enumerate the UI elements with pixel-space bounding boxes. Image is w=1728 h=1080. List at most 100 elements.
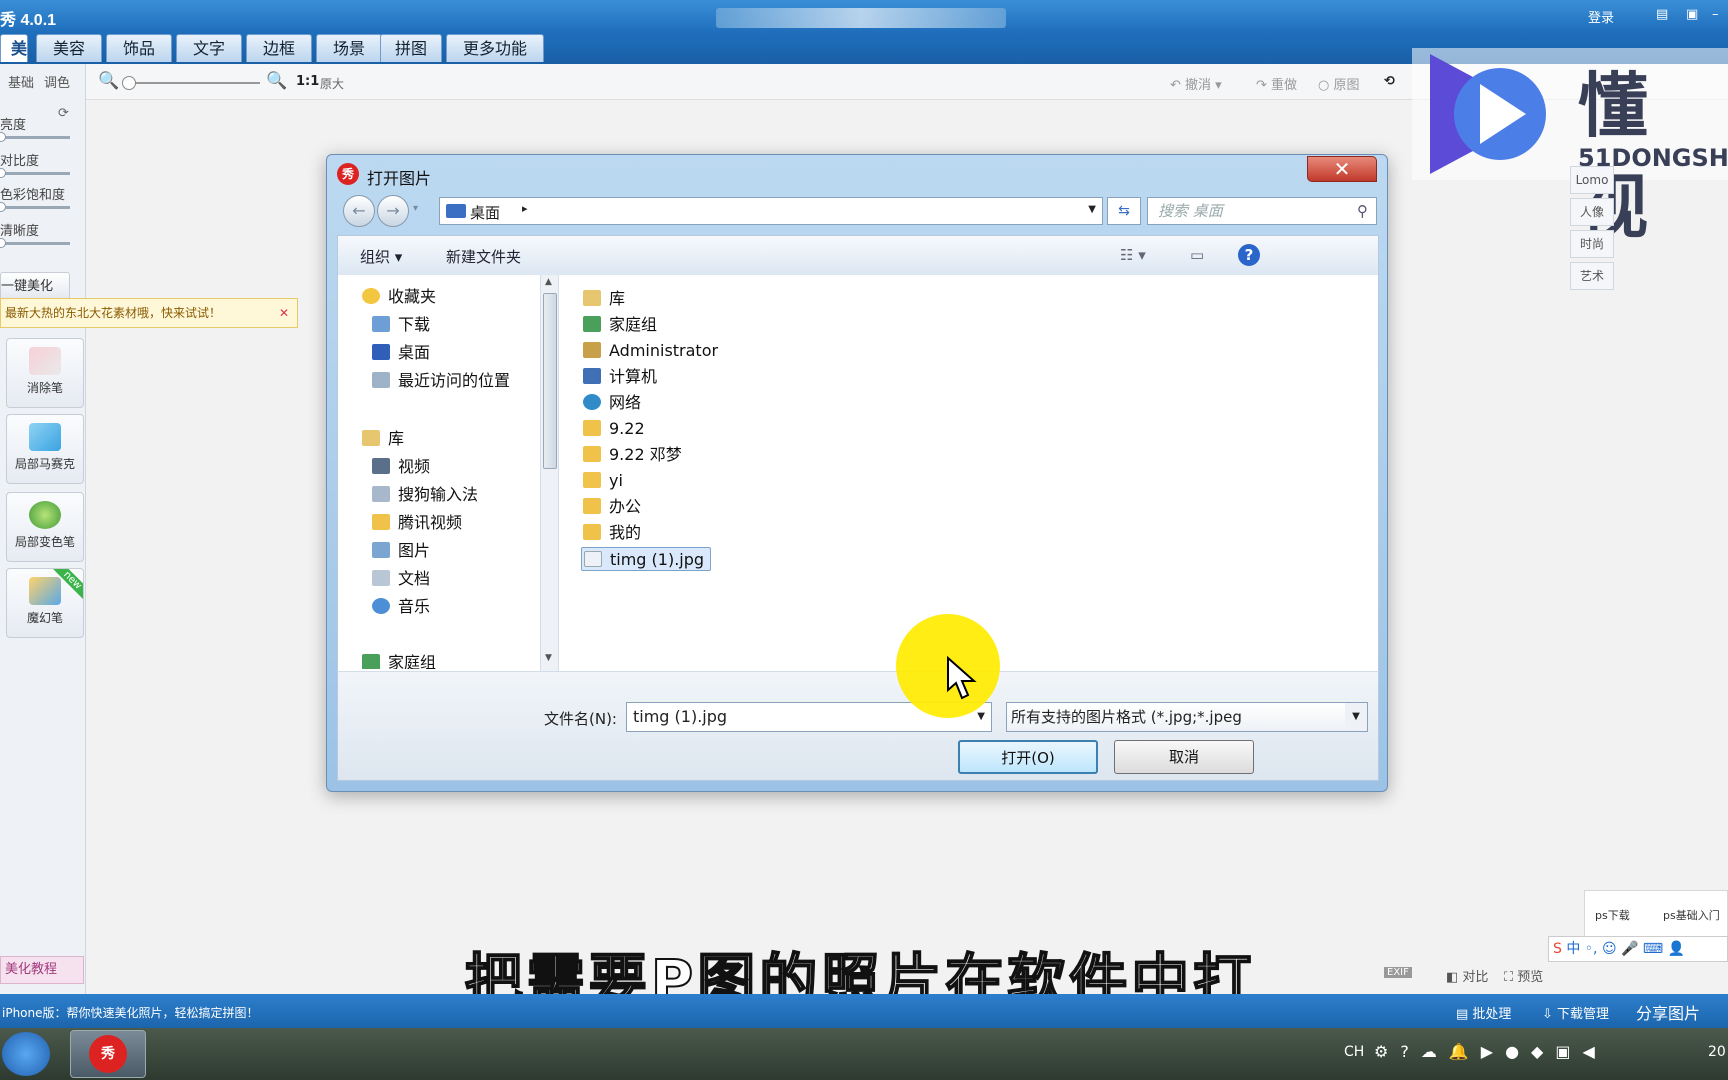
preview-pane-icon[interactable]: ▭ (1190, 246, 1204, 264)
zoom-slider[interactable] (124, 82, 260, 84)
ime-toolbar[interactable]: S 中 ◦, ☺ 🎤 ⌨ 👤 (1548, 936, 1728, 962)
file-item[interactable]: 办公 (581, 495, 647, 519)
search-icon[interactable]: ⚲ (1357, 198, 1368, 224)
back-button[interactable]: ← (343, 195, 375, 227)
tree-recent[interactable]: 最近访问的位置 (372, 367, 510, 391)
address-bar[interactable]: 桌面 ▸ ▼ (439, 197, 1103, 225)
minimize-icon[interactable]: – (1712, 7, 1719, 22)
forward-button[interactable]: → (377, 195, 409, 227)
file-item[interactable]: 9.22 邓梦 (581, 443, 688, 467)
eraser-pen-tool[interactable]: 消除笔 (6, 338, 84, 408)
open-file-button[interactable]: 打开(O) (958, 740, 1098, 774)
tree-libraries[interactable]: 库 (362, 425, 404, 449)
related-link-ps-basics[interactable]: ps基础入门 (1663, 907, 1720, 923)
effect-fashion[interactable]: 时尚 (1570, 230, 1614, 258)
zoom-slider-knob[interactable] (122, 76, 136, 90)
help-icon[interactable]: ? (1238, 244, 1260, 266)
file-item[interactable]: 计算机 (581, 365, 663, 389)
original-size-label[interactable]: 原大 (320, 75, 344, 92)
magic-pen-tool[interactable]: 魔幻笔 new (6, 568, 84, 638)
batch-button[interactable]: ▤ 批处理 (1456, 1003, 1511, 1022)
effect-portrait[interactable]: 人像 (1570, 198, 1614, 226)
original-button[interactable]: ○ 原图 (1318, 74, 1360, 93)
sharpness-knob[interactable] (0, 238, 6, 248)
scrollbar-thumb[interactable] (543, 293, 557, 469)
start-button-icon[interactable] (2, 1032, 50, 1076)
tutorial-link[interactable]: 美化教程 (0, 956, 84, 984)
skin-icon[interactable]: ▣ (1686, 7, 1698, 22)
promo-banner[interactable]: 最新大热的东北大花素材哦，快来试试！ ✕ (0, 298, 298, 328)
exif-button[interactable]: EXIF (1384, 967, 1412, 978)
file-item[interactable]: 家庭组 (581, 313, 663, 337)
tab-beautify[interactable]: 美化 (0, 34, 28, 86)
scroll-down-icon[interactable]: ▼ (545, 653, 552, 663)
tree-sogou[interactable]: 搜狗输入法 (372, 481, 478, 505)
preview-button[interactable]: ⛶ 预览 (1504, 966, 1543, 985)
tab-more-features[interactable]: 更多功能 ▾ (446, 34, 544, 86)
breadcrumb-arrow-icon[interactable]: ▸ (522, 202, 528, 215)
view-options-icon[interactable]: ☷ ▾ (1120, 246, 1146, 264)
tab-color[interactable]: 调色 (36, 72, 78, 96)
navigation-scrollbar[interactable]: ▲ ▼ (541, 275, 559, 671)
mosaic-tool[interactable]: 局部马赛克 (6, 414, 84, 484)
tree-documents[interactable]: 文档 (372, 565, 430, 589)
sharpness-slider[interactable] (0, 242, 70, 245)
tab-collage[interactable]: 拼图 (380, 34, 442, 62)
tree-homegroup[interactable]: 家庭组 (362, 649, 436, 669)
brightness-knob[interactable] (0, 132, 6, 142)
undo-button[interactable]: ↶ 撤消 ▾ (1170, 74, 1222, 93)
file-item[interactable]: 网络 (581, 391, 647, 415)
tree-favorites[interactable]: 收藏夹 (362, 283, 436, 307)
status-message[interactable]: iPhone版：帮你快速美化照片，轻松搞定拼图！ (2, 1004, 259, 1021)
file-item[interactable]: 库 (581, 287, 631, 311)
contrast-knob[interactable] (0, 168, 6, 178)
tree-pictures[interactable]: 图片 (372, 537, 430, 561)
share-button[interactable]: 分享图片 (1636, 1000, 1700, 1024)
tab-frame[interactable]: 边框 (246, 34, 312, 62)
file-item[interactable]: 我的 (581, 521, 647, 545)
compare-button[interactable]: ◧ 对比 (1446, 966, 1488, 985)
cancel-button[interactable]: 取消 (1114, 740, 1254, 774)
taskbar-app-button[interactable]: 秀 (70, 1030, 146, 1078)
refresh-button[interactable]: ⇆ (1107, 197, 1141, 225)
history-dropdown-icon[interactable]: ▾ (413, 203, 418, 214)
related-link-ps-download[interactable]: ps下载 (1595, 907, 1630, 923)
tray-icons[interactable]: ⚙?☁🔔▶●◆▣◀ (1374, 1042, 1607, 1061)
zoom-out-icon[interactable]: 🔍 (98, 71, 119, 91)
filetype-dropdown-icon[interactable]: ▼ (1345, 703, 1367, 731)
effect-art[interactable]: 艺术 (1570, 262, 1614, 290)
tree-tencent-video[interactable]: 腾讯视频 (372, 509, 462, 533)
close-button[interactable]: ✕ (1307, 156, 1377, 182)
feedback-icon[interactable]: ▤ (1656, 7, 1668, 22)
one-click-beautify-button[interactable]: 一键美化 (0, 272, 70, 300)
zoom-ratio[interactable]: 1:1 (296, 74, 319, 89)
saturation-slider[interactable] (0, 206, 70, 209)
tab-text[interactable]: 文字 (176, 34, 242, 62)
effect-lomo[interactable]: Lomo (1570, 166, 1614, 194)
brightness-slider[interactable] (0, 136, 70, 139)
redo-button[interactable]: ↷ 重做 (1256, 74, 1297, 93)
saturation-knob[interactable] (0, 202, 6, 212)
file-item[interactable]: 9.22 (581, 417, 651, 441)
tab-beauty[interactable]: 美容 (36, 34, 102, 62)
color-change-pen-tool[interactable]: 局部变色笔 (6, 492, 84, 562)
login-link[interactable]: 登录 (1588, 7, 1614, 26)
address-dropdown-icon[interactable]: ▼ (1088, 204, 1096, 215)
rotate-icon[interactable]: ⟲ (1384, 74, 1395, 89)
tab-accessories[interactable]: 饰品 (106, 34, 172, 62)
close-icon[interactable]: ✕ (279, 299, 289, 327)
language-indicator[interactable]: CH (1344, 1044, 1364, 1060)
download-manager-button[interactable]: ⇩ 下载管理 (1542, 1003, 1609, 1022)
file-item[interactable]: Administrator (581, 339, 724, 363)
scroll-up-icon[interactable]: ▲ (545, 277, 552, 287)
tree-music[interactable]: 音乐 (372, 593, 430, 617)
tab-scene[interactable]: 场景 (316, 34, 382, 62)
filetype-select[interactable]: 所有支持的图片格式 (*.jpg;*.jpeg ▼ (1006, 702, 1368, 732)
tree-desktop[interactable]: 桌面 (372, 339, 430, 363)
file-item-selected[interactable]: timg (1).jpg (581, 547, 712, 571)
search-box[interactable]: 搜索 桌面 ⚲ (1147, 197, 1377, 225)
file-item[interactable]: yi (581, 469, 629, 493)
new-folder-button[interactable]: 新建文件夹 (446, 246, 521, 267)
address-text[interactable]: 桌面 (470, 202, 500, 223)
reset-icon[interactable]: ⟳ (58, 106, 69, 121)
